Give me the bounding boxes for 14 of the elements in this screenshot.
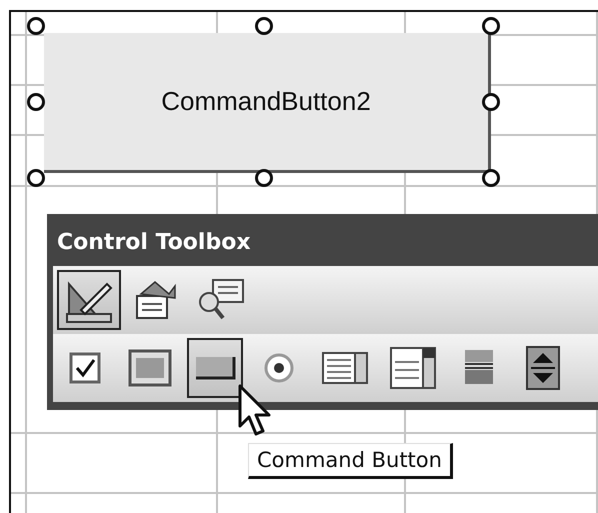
tooltip: Command Button bbox=[248, 443, 453, 479]
spin-button-icon bbox=[525, 345, 561, 391]
combo-box-icon bbox=[389, 346, 437, 390]
textbox-icon bbox=[127, 348, 173, 388]
list-box-icon bbox=[321, 351, 369, 385]
button-icon bbox=[194, 355, 236, 381]
code-magnifier-icon bbox=[197, 278, 247, 322]
properties-icon bbox=[133, 278, 179, 322]
command-button-tool[interactable] bbox=[187, 338, 243, 398]
radio-icon bbox=[263, 352, 295, 384]
checkbox-icon bbox=[68, 351, 102, 385]
design-mode-tool[interactable] bbox=[57, 270, 121, 330]
toolbox-title: Control Toolbox bbox=[56, 229, 252, 257]
command-button[interactable]: CommandButton2 bbox=[44, 33, 491, 173]
